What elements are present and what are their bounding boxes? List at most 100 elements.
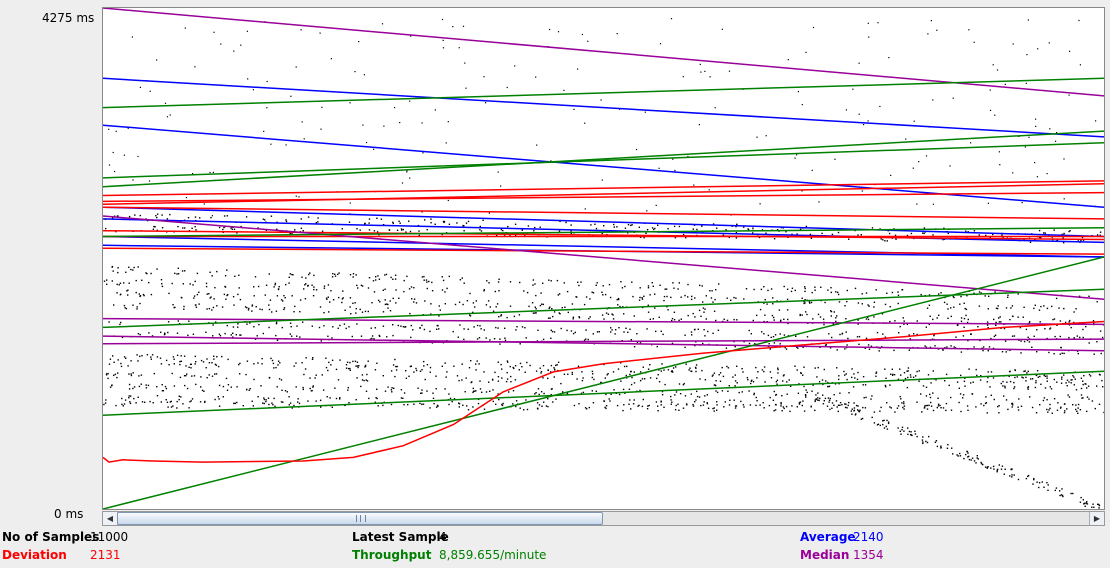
sample-point bbox=[359, 308, 361, 311]
sample-point bbox=[237, 326, 239, 328]
sample-point bbox=[483, 408, 486, 410]
sample-point bbox=[989, 386, 991, 388]
sample-point bbox=[1013, 387, 1015, 390]
sample-point bbox=[139, 302, 141, 305]
sample-point bbox=[897, 302, 899, 305]
sample-point bbox=[690, 370, 692, 372]
sample-point bbox=[421, 122, 423, 124]
sample-point bbox=[222, 385, 225, 388]
sample-point bbox=[192, 333, 195, 335]
sample-point bbox=[365, 390, 368, 392]
sample-point bbox=[836, 406, 838, 408]
sample-point bbox=[307, 400, 309, 402]
sample-point bbox=[827, 397, 830, 399]
horizontal-scrollbar[interactable]: ◀ ▶ bbox=[102, 511, 1105, 526]
sample-point bbox=[534, 306, 536, 308]
sample-point bbox=[674, 169, 676, 172]
sample-point bbox=[667, 309, 669, 311]
sample-point bbox=[901, 426, 904, 429]
sample-point bbox=[774, 403, 777, 406]
sample-point bbox=[973, 41, 975, 43]
sample-point bbox=[604, 406, 606, 409]
sample-point bbox=[552, 315, 554, 318]
sample-point bbox=[422, 403, 425, 405]
sample-point bbox=[146, 354, 149, 356]
sample-point bbox=[536, 144, 538, 146]
sample-point bbox=[230, 227, 232, 229]
sample-point bbox=[551, 308, 553, 310]
sample-point bbox=[687, 283, 689, 286]
sample-point bbox=[596, 331, 599, 333]
sample-point bbox=[185, 197, 188, 199]
sample-point bbox=[409, 312, 411, 315]
sample-point bbox=[448, 393, 450, 395]
sample-point bbox=[295, 362, 297, 364]
sample-point bbox=[805, 311, 807, 313]
sample-point bbox=[693, 184, 695, 186]
sample-point bbox=[196, 272, 199, 275]
sample-point bbox=[265, 400, 267, 403]
sample-point bbox=[1050, 388, 1053, 390]
sample-point bbox=[1026, 54, 1028, 56]
sample-point bbox=[429, 407, 431, 409]
sample-point bbox=[295, 386, 297, 388]
sample-point bbox=[879, 424, 881, 427]
sample-point bbox=[466, 405, 468, 407]
sample-point bbox=[571, 303, 574, 305]
sample-point bbox=[762, 402, 764, 404]
scroll-left-arrow-icon[interactable]: ◀ bbox=[103, 512, 118, 525]
sample-point bbox=[550, 337, 552, 339]
sample-point bbox=[214, 287, 216, 289]
sample-point bbox=[937, 405, 940, 407]
sample-point bbox=[925, 155, 928, 157]
sample-point bbox=[1009, 475, 1011, 477]
sample-point bbox=[898, 332, 900, 334]
sample-point bbox=[701, 369, 703, 372]
sample-point bbox=[696, 228, 698, 231]
sample-point bbox=[156, 59, 158, 61]
sample-point bbox=[822, 403, 825, 405]
sample-point bbox=[827, 289, 829, 291]
sample-point bbox=[953, 346, 955, 348]
sample-point bbox=[704, 308, 706, 310]
sample-point bbox=[773, 319, 775, 321]
sample-point bbox=[630, 383, 633, 386]
sample-point bbox=[411, 298, 413, 300]
sample-point bbox=[342, 290, 344, 292]
scroll-right-arrow-icon[interactable]: ▶ bbox=[1089, 512, 1104, 525]
sample-point bbox=[662, 333, 664, 336]
sample-point bbox=[927, 33, 929, 35]
sample-point bbox=[408, 288, 411, 290]
sample-point bbox=[119, 323, 121, 326]
sample-point bbox=[376, 217, 378, 219]
sample-point bbox=[679, 393, 682, 395]
sample-point bbox=[1059, 353, 1061, 355]
sample-point bbox=[213, 31, 215, 33]
sample-point bbox=[322, 389, 325, 391]
sample-point bbox=[374, 327, 376, 329]
sample-point bbox=[167, 321, 170, 323]
sample-point bbox=[782, 380, 784, 382]
sample-point bbox=[946, 346, 948, 348]
sample-point bbox=[1082, 328, 1084, 331]
sample-point bbox=[877, 423, 880, 425]
sample-point bbox=[1097, 503, 1099, 505]
sample-point bbox=[1043, 397, 1046, 399]
sample-point bbox=[396, 365, 398, 368]
sample-point bbox=[139, 355, 141, 358]
sample-point bbox=[320, 128, 322, 130]
sample-point bbox=[1040, 383, 1042, 385]
sample-point bbox=[1046, 380, 1048, 382]
sample-point bbox=[928, 404, 930, 407]
scrollbar-thumb[interactable] bbox=[117, 512, 603, 525]
sample-point bbox=[436, 404, 439, 407]
sample-point bbox=[663, 406, 665, 408]
sample-point bbox=[767, 289, 769, 292]
sample-point bbox=[950, 396, 952, 399]
sample-point bbox=[776, 383, 778, 385]
sample-point bbox=[641, 405, 644, 408]
sample-point bbox=[213, 358, 215, 360]
sample-point bbox=[899, 430, 901, 432]
sample-point bbox=[132, 179, 134, 181]
sample-point bbox=[141, 401, 144, 403]
